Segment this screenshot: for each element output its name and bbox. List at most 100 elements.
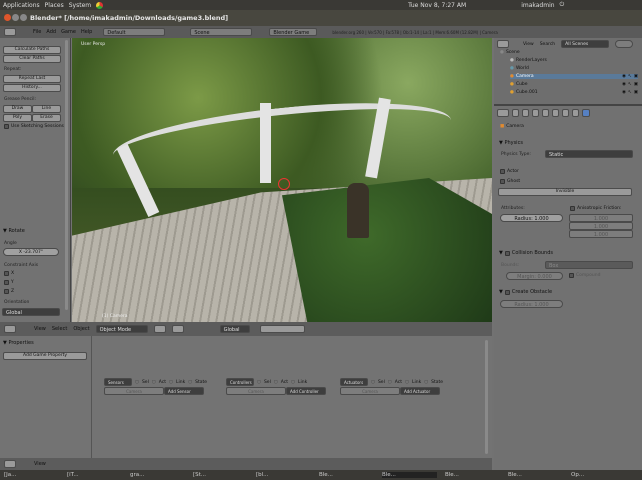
act-toggle[interactable]: ◌	[152, 380, 156, 385]
aniso-x-field[interactable]: 1.000	[569, 214, 633, 222]
visibility-eye-icon[interactable]: ◉	[622, 82, 626, 87]
draw-button[interactable]: Draw	[3, 105, 32, 113]
clock[interactable]: Tue Nov 8, 7:27 AM	[408, 2, 466, 9]
history-button[interactable]: History...	[3, 84, 61, 92]
menu-game[interactable]: Game	[61, 29, 76, 35]
create-obstacle-checkbox[interactable]	[504, 289, 510, 295]
sel-toggle[interactable]: ◌	[135, 380, 139, 385]
ghost-checkbox[interactable]	[500, 179, 505, 184]
transform-orientation-select[interactable]: Global	[219, 325, 250, 333]
clear-paths-button[interactable]: Clear Paths	[3, 55, 61, 63]
outliner-item[interactable]: ● World	[510, 66, 638, 71]
screen-layout-select[interactable]: Default	[103, 28, 166, 36]
select-arrow-icon[interactable]: ↖	[628, 90, 632, 95]
obstacle-radius-field[interactable]: Radius: 1.000	[500, 300, 563, 308]
line-button[interactable]: Line	[32, 105, 61, 113]
menu-object[interactable]: Object	[73, 326, 89, 332]
object-tab[interactable]	[542, 109, 549, 117]
render-engine-select[interactable]: Blender Game	[269, 28, 318, 36]
anisotropic-friction-checkbox[interactable]	[570, 206, 575, 211]
search-input[interactable]	[615, 40, 634, 48]
add-actuators-button[interactable]: Add Actuator	[400, 387, 440, 395]
axis-z-checkbox[interactable]	[4, 289, 9, 294]
toolshelf-scrollbar[interactable]	[65, 40, 68, 310]
menu-help[interactable]: Help	[81, 29, 92, 35]
world-tab[interactable]	[532, 109, 539, 117]
editor-type-button[interactable]	[4, 460, 16, 468]
layers-buttons[interactable]	[259, 325, 305, 333]
taskbar-item[interactable]: Ble...	[508, 472, 563, 478]
add-controllers-button[interactable]: Add Controller	[286, 387, 326, 395]
sketching-session-checkbox[interactable]	[4, 124, 9, 129]
actor-checkbox[interactable]	[500, 169, 505, 174]
render-camera-icon[interactable]: ▣	[634, 90, 638, 95]
axis-y-checkbox[interactable]	[4, 280, 9, 285]
link-toggle[interactable]: ◌	[169, 380, 173, 385]
chrome-icon[interactable]	[96, 1, 104, 9]
modifiers-tab[interactable]	[562, 109, 569, 117]
act-toggle[interactable]: ◌	[388, 380, 392, 385]
object-name[interactable]: Camera	[104, 387, 164, 395]
outliner-item[interactable]: ● Camera ◉ ↖ ▣	[510, 74, 638, 79]
maximize-button[interactable]	[20, 14, 27, 21]
visibility-eye-icon[interactable]: ◉	[622, 90, 626, 95]
outliner-item[interactable]: ● Scene	[500, 50, 638, 55]
select-arrow-icon[interactable]: ↖	[628, 82, 632, 87]
taskbar-item[interactable]: Ble...	[319, 472, 374, 478]
menu-view[interactable]: View	[34, 461, 46, 467]
invisible-toggle[interactable]: Invisible	[498, 188, 632, 196]
taskbar-item[interactable]: Ble...	[445, 472, 500, 478]
repeat-last-button[interactable]: Repeat Last	[3, 75, 61, 83]
manipulator-button[interactable]	[171, 325, 184, 333]
actuators-type-select[interactable]: Actuators	[340, 378, 368, 386]
menu-select[interactable]: Select	[52, 326, 67, 332]
physics-tab[interactable]	[582, 109, 590, 117]
constraints-tab[interactable]	[552, 109, 559, 117]
erase-button[interactable]: Erase	[32, 114, 61, 122]
sensors-type-select[interactable]: Sensors	[104, 378, 132, 386]
editor-type-button[interactable]	[4, 28, 16, 36]
axis-x-checkbox[interactable]	[4, 271, 9, 276]
transform-gizmo[interactable]	[278, 178, 290, 190]
menu-view[interactable]: View	[34, 326, 46, 332]
menu-search[interactable]: Search	[540, 42, 555, 47]
menu-applications[interactable]: Applications	[3, 2, 40, 9]
aniso-z-field[interactable]: 1.000	[569, 230, 633, 238]
sel-toggle[interactable]: ◌	[371, 380, 375, 385]
taskbar-item[interactable]: Op...	[571, 472, 626, 478]
outliner-item[interactable]: ● Cube ◉ ↖ ▣	[510, 82, 638, 87]
radius-field[interactable]: Radius: 1.000	[500, 214, 563, 222]
margin-field[interactable]: Margin: 0.000	[506, 272, 563, 280]
user-name[interactable]: imakadmin	[521, 2, 554, 9]
calculate-paths-button[interactable]: Calculate Paths	[3, 46, 61, 54]
close-window-button[interactable]	[4, 14, 11, 21]
create-obstacle-panel-title[interactable]: ▼ Create Obstacle	[499, 289, 552, 295]
orientation-select[interactable]: Global	[2, 308, 60, 316]
3d-viewport[interactable]: User Persp (1) Camera	[72, 38, 492, 322]
aniso-y-field[interactable]: 1.000	[569, 222, 633, 230]
menu-view[interactable]: View	[523, 42, 534, 47]
add-game-property-button[interactable]: Add Game Property	[3, 352, 87, 360]
link-toggle[interactable]: ◌	[405, 380, 409, 385]
object-name[interactable]: Camera	[226, 387, 286, 395]
minimize-button[interactable]	[12, 14, 19, 21]
angle-field[interactable]: X -23.707°	[3, 248, 59, 256]
bounds-select[interactable]: Box	[545, 261, 633, 269]
outliner-item[interactable]: ● RenderLayers	[510, 58, 638, 63]
render-tab[interactable]	[512, 109, 519, 117]
poly-button[interactable]: Poly	[3, 114, 32, 122]
scene-tab[interactable]	[522, 109, 529, 117]
editor-type-button[interactable]	[497, 109, 509, 117]
menu-file[interactable]: File	[33, 29, 41, 35]
logic-scrollbar[interactable]	[485, 340, 488, 454]
display-filter-select[interactable]: All Scenes	[561, 40, 610, 48]
taskbar-item[interactable]: Ble...	[382, 472, 437, 478]
menu-places[interactable]: Places	[45, 2, 64, 9]
editor-type-button[interactable]	[497, 40, 509, 48]
physics-panel-title[interactable]: ▼ Physics	[499, 140, 523, 146]
physics-type-select[interactable]: Static	[545, 150, 633, 158]
visibility-eye-icon[interactable]: ◉	[622, 74, 626, 79]
power-icon[interactable]: ⏻	[560, 1, 565, 9]
compound-checkbox[interactable]	[569, 273, 574, 278]
render-camera-icon[interactable]: ▣	[634, 74, 638, 79]
